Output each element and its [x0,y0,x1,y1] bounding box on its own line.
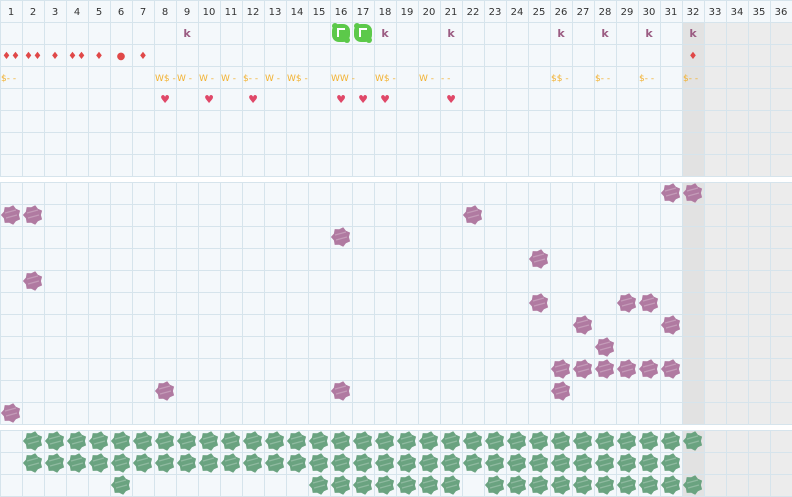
k-marker[interactable]: k [447,27,455,40]
creature-ear [344,37,350,43]
k-marker[interactable]: k [689,27,697,40]
column-header-5: 5 [96,7,102,18]
column-header-22: 22 [467,7,480,18]
column-header-28: 28 [599,7,612,18]
column-header-16: 16 [335,7,348,18]
k-marker[interactable]: k [183,27,191,40]
heart-icon[interactable]: ♥ [358,93,368,106]
k-marker[interactable]: k [645,27,653,40]
column-header-20: 20 [423,7,436,18]
column-header-35: 35 [753,7,766,18]
green-creature-icon[interactable] [354,23,372,43]
column-header-25: 25 [533,7,546,18]
k-marker[interactable]: k [601,27,609,40]
top-section-current-column [682,22,704,176]
resource-marker[interactable]: W$ - [155,74,176,84]
column-header-33: 33 [709,7,722,18]
drop-marker[interactable]: ♦♦ [2,51,20,62]
resource-marker[interactable]: - - [441,74,450,84]
resource-marker[interactable]: W - [221,74,236,84]
k-marker[interactable]: k [381,27,389,40]
heart-icon[interactable]: ♥ [446,93,456,106]
section-divider [0,177,792,182]
column-header-7: 7 [140,7,146,18]
heart-icon[interactable]: ♥ [160,93,170,106]
resource-marker[interactable]: $- - [639,74,654,84]
section-divider [0,425,792,430]
column-header-4: 4 [74,7,80,18]
drop-marker[interactable]: ♦ [139,51,148,62]
column-header-11: 11 [225,7,238,18]
resource-marker[interactable]: W$ - [375,74,396,84]
heart-icon[interactable]: ♥ [204,93,214,106]
drop-marker[interactable]: ♦ [689,51,698,62]
column-header-34: 34 [731,7,744,18]
column-header-17: 17 [357,7,370,18]
resource-marker[interactable]: $- - [595,74,610,84]
column-header-15: 15 [313,7,326,18]
board-canvas: 1 2 3 4 5 6 7 8 9 10 11 12 13 14 15 16 17 18 19 20 21 22 23 24 2… [0,0,792,497]
column-header-13: 13 [269,7,282,18]
middle-section-current-column [682,182,704,424]
resource-marker[interactable]: $- - [683,74,698,84]
column-header-32: 32 [687,7,700,18]
column-header-10: 10 [203,7,216,18]
column-header-8: 8 [162,7,168,18]
column-header-26: 26 [555,7,568,18]
creature-ear [366,37,372,43]
column-header-19: 19 [401,7,414,18]
drop-marker[interactable]: ♦ [51,51,60,62]
resource-marker[interactable]: W - [419,74,434,84]
resource-marker[interactable]: $- - [243,74,258,84]
column-header-24: 24 [511,7,524,18]
resource-marker[interactable]: W - [199,74,214,84]
heart-icon[interactable]: ♥ [380,93,390,106]
heart-icon[interactable]: ♥ [336,93,346,106]
column-header-12: 12 [247,7,260,18]
resource-marker[interactable]: $- - [1,74,16,84]
column-header-6: 6 [118,7,124,18]
column-header-23: 23 [489,7,502,18]
column-header-9: 9 [184,7,190,18]
column-header-3: 3 [52,7,58,18]
column-header-21: 21 [445,7,458,18]
resource-marker[interactable]: W - [177,74,192,84]
column-header-1: 1 [8,7,14,18]
drop-marker[interactable]: ♦ [95,51,104,62]
game-board: 1 2 3 4 5 6 7 8 9 10 11 12 13 14 15 16 17 18 19 20 21 22 23 24 2… [0,0,792,497]
column-header-14: 14 [291,7,304,18]
drop-marker[interactable]: ♦♦ [68,51,86,62]
column-header-27: 27 [577,7,590,18]
column-header-2: 2 [30,7,36,18]
heart-icon[interactable]: ♥ [248,93,258,106]
green-creature-icon[interactable] [332,23,350,43]
column-header-36: 36 [775,7,788,18]
column-header-31: 31 [665,7,678,18]
resource-marker[interactable]: $$ - [551,74,569,84]
resource-marker[interactable]: W - [265,74,280,84]
drop-marker[interactable]: ● [117,51,126,62]
k-marker[interactable]: k [557,27,565,40]
resource-marker[interactable]: W$ - [287,74,308,84]
column-header-18: 18 [379,7,392,18]
column-header-29: 29 [621,7,634,18]
resource-marker[interactable]: WW - [331,74,355,84]
column-header-30: 30 [643,7,656,18]
drop-marker[interactable]: ♦♦ [24,51,42,62]
